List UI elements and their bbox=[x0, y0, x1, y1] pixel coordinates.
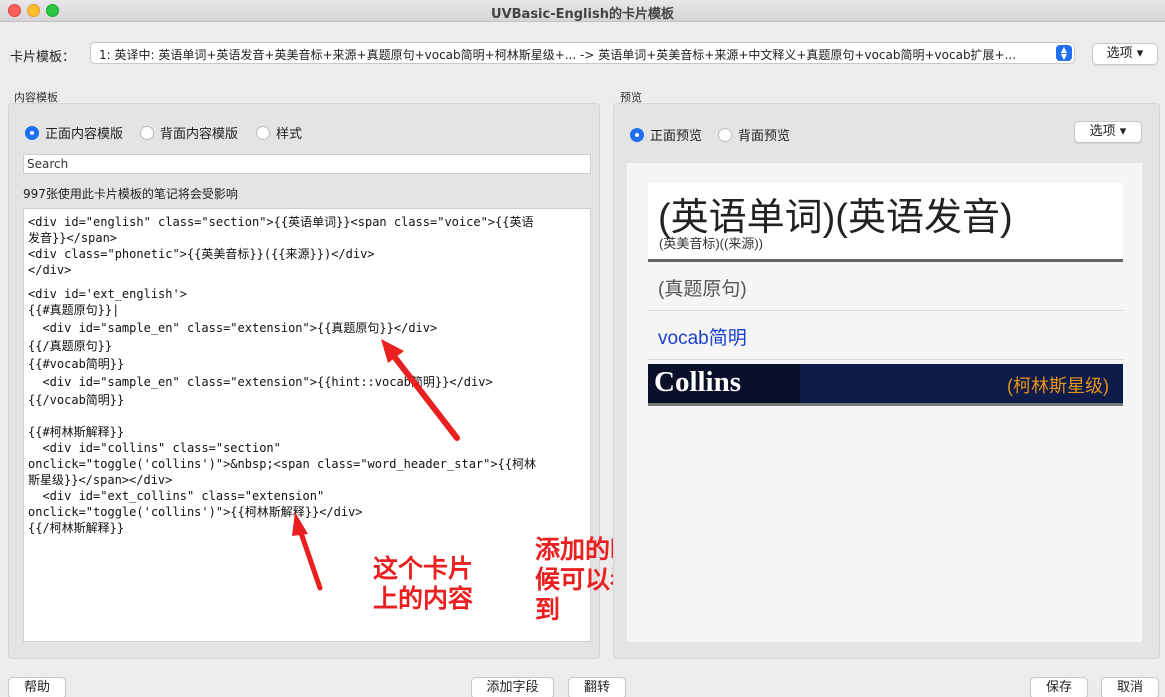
code-line: <div id="sample_en" class="extension">{{… bbox=[28, 375, 493, 389]
select-stepper-icon: ▲ ▼ bbox=[1056, 45, 1072, 61]
template-code-editor[interactable]: <div id="english" class="section">{{英语单词… bbox=[23, 208, 591, 642]
radio-front-template-label: 正面内容模版 bbox=[45, 127, 124, 142]
save-button[interactable]: 保存 bbox=[1030, 677, 1088, 697]
radio-front-preview-label: 正面预览 bbox=[650, 129, 703, 144]
preview-collins-bar[interactable]: Collins (柯林斯星级) bbox=[648, 364, 1123, 406]
radio-unselected-icon bbox=[140, 125, 154, 140]
radio-back-preview-label: 背面预览 bbox=[738, 129, 791, 144]
radio-selected-icon bbox=[25, 125, 39, 140]
code-line: {{#真题原句}}| bbox=[28, 303, 120, 317]
code-line: <div id="collins" class="section" bbox=[28, 441, 281, 455]
radio-front-template[interactable]: 正面内容模版 bbox=[25, 123, 123, 142]
code-line: <div class="phonetic">{{英美音标}}({{来源}})</… bbox=[28, 247, 375, 261]
code-line: <div id='ext_english'> bbox=[28, 287, 187, 301]
code-line: <div id="sample_en" class="extension">{{… bbox=[28, 321, 438, 335]
code-line: {{#vocab简明}} bbox=[28, 357, 125, 371]
affected-notes-text: 997张使用此卡片模板的笔记将会受影响 bbox=[23, 187, 238, 201]
radio-selected-icon bbox=[630, 127, 644, 142]
code-line: {{/柯林斯解释}} bbox=[28, 521, 125, 535]
code-line: <div id="ext_collins" class="extension" bbox=[28, 489, 325, 503]
code-line: onclick="toggle('collins')">&nbsp;<span … bbox=[28, 457, 537, 471]
radio-unselected-icon bbox=[718, 127, 732, 142]
radio-back-template[interactable]: 背面内容模版 bbox=[140, 123, 238, 142]
code-line: {{#柯林斯解释}} bbox=[28, 425, 125, 439]
card-template-label: 卡片模板： bbox=[10, 50, 76, 65]
code-line: onclick="toggle('collins')">{{柯林斯解释}}</d… bbox=[28, 505, 363, 519]
preview-sample-sentence: (真题原句) bbox=[648, 262, 1123, 311]
collins-logo: Collins bbox=[648, 364, 800, 403]
preview-phonetic: (英美音标)((来源)) bbox=[659, 236, 763, 251]
template-options-button[interactable]: 选项 ▾ bbox=[1092, 43, 1158, 65]
search-input[interactable]: Search bbox=[23, 154, 591, 174]
code-line: <div id="english" class="section">{{英语单词… bbox=[28, 215, 534, 229]
code-line: 发音}}</span> bbox=[28, 231, 118, 245]
radio-styling[interactable]: 样式 bbox=[256, 123, 302, 142]
code-line: 斯星级}}</span></div> bbox=[28, 473, 173, 487]
flip-button[interactable]: 翻转 bbox=[568, 677, 626, 697]
title-bar: UVBasic-English的卡片模板 bbox=[0, 0, 1165, 22]
annotation-left-text: 这个卡片 上的内容 bbox=[373, 554, 474, 613]
radio-unselected-icon bbox=[256, 125, 270, 140]
add-field-button[interactable]: 添加字段 bbox=[471, 677, 554, 697]
card-template-select[interactable]: 1: 英译中: 英语单词+英语发音+英美音标+来源+真题原句+vocab简明+柯… bbox=[90, 42, 1075, 64]
radio-back-template-label: 背面内容模版 bbox=[160, 127, 239, 142]
code-line: {{/vocab简明}} bbox=[28, 393, 125, 407]
collins-star-rating: (柯林斯星级) bbox=[1007, 376, 1109, 396]
radio-back-preview[interactable]: 背面预览 bbox=[718, 125, 790, 144]
code-line: {{/真题原句}} bbox=[28, 339, 113, 353]
radio-styling-label: 样式 bbox=[276, 127, 303, 142]
code-line: </div> bbox=[28, 263, 72, 277]
card-template-value: 1: 英译中: 英语单词+英语发音+英美音标+来源+真题原句+vocab简明+柯… bbox=[99, 48, 1017, 62]
preview-vocab: vocab简明 bbox=[648, 311, 1123, 360]
help-button[interactable]: 帮助 bbox=[8, 677, 66, 697]
radio-front-preview[interactable]: 正面预览 bbox=[630, 125, 702, 144]
preview-options-button[interactable]: 选项 ▾ bbox=[1074, 121, 1142, 143]
cancel-button[interactable]: 取消 bbox=[1101, 677, 1159, 697]
window-title: UVBasic-English的卡片模板 bbox=[491, 7, 674, 22]
